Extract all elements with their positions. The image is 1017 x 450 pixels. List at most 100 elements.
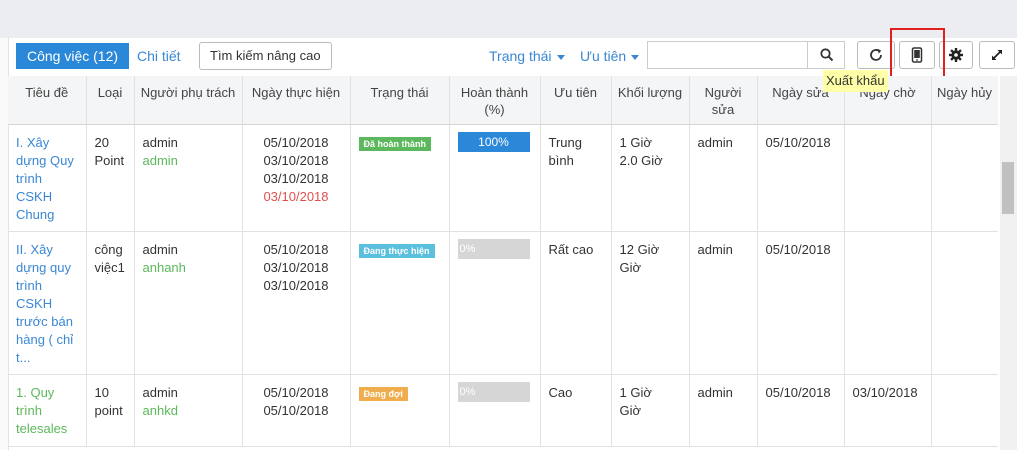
- task-volume: 1 Giờ Giờ: [611, 374, 690, 447]
- type-line: công: [94, 241, 123, 257]
- status-badge: Đã hoàn thành: [358, 136, 431, 151]
- priority-line: Cao: [548, 384, 573, 400]
- task-wait-date: [844, 124, 932, 232]
- column-header-title[interactable]: Tiêu đề: [8, 76, 87, 125]
- column-header-type[interactable]: Loại: [86, 76, 135, 125]
- vertical-scrollbar[interactable]: [1000, 76, 1017, 450]
- date-line: 05/10/2018: [263, 134, 329, 150]
- task-editor: admin: [689, 231, 758, 375]
- task-type: 20 Point: [86, 124, 135, 232]
- date-line: 05/10/2018: [263, 402, 329, 418]
- title-line: hàng ( chỉ: [16, 331, 74, 347]
- column-header-priority[interactable]: Ưu tiên: [540, 76, 612, 125]
- task-edit-date: 05/10/2018: [757, 231, 845, 375]
- tab-tasks[interactable]: Công việc (12): [16, 43, 130, 69]
- priority-line: Rất cao: [548, 241, 594, 257]
- table-row[interactable]: 1. Quy trình telesales 10 point admin anhkd …: [8, 374, 998, 447]
- title-line: 1. Quy: [16, 384, 55, 400]
- task-progress: 100%: [449, 124, 541, 232]
- progress-label: 0%: [459, 385, 476, 398]
- column-header-status[interactable]: Trạng thái: [350, 76, 450, 125]
- task-editor: admin: [689, 124, 758, 232]
- task-type: 10 point: [86, 374, 135, 447]
- task-status: Đang thực hiện: [350, 231, 450, 375]
- task-status: Đang đợi: [350, 374, 450, 447]
- progress-label: 100%: [478, 134, 509, 149]
- type-line: việc1: [94, 259, 125, 275]
- title-line: II. Xây: [16, 241, 53, 257]
- task-type: công việc1: [86, 231, 135, 375]
- column-header-editor[interactable]: Người sửa: [689, 76, 758, 125]
- progress-bar: 100%: [457, 131, 530, 152]
- owner-name: admin: [142, 384, 178, 400]
- status-filter-label: Trạng thái: [489, 48, 552, 64]
- column-header-start-date[interactable]: Ngày thực hiện: [242, 76, 351, 125]
- column-header-owner[interactable]: Người phụ trách: [134, 76, 243, 125]
- task-editor: admin: [689, 374, 758, 447]
- column-header-volume[interactable]: Khối lượng: [611, 76, 690, 125]
- top-band: [0, 0, 1017, 38]
- table-row[interactable]: I. Xây dựng Quy trình CSKH Chung 20 Point adm…: [8, 124, 998, 232]
- task-dates: 05/10/2018 03/10/2018 03/10/2018 03/10/2018: [242, 124, 351, 232]
- task-edit-date: 05/10/2018: [757, 124, 845, 232]
- task-volume: 12 Giờ Giờ: [611, 231, 690, 375]
- table-row[interactable]: II. Xây dựng quy trình CSKH trước bán hàng ( …: [8, 231, 998, 375]
- date-line: 03/10/2018: [263, 277, 329, 293]
- column-header-cancel-date[interactable]: Ngày hủy: [931, 76, 998, 125]
- search-input[interactable]: [647, 41, 807, 69]
- status-filter-dropdown[interactable]: Trạng thái: [489, 43, 565, 69]
- volume-line: 1 Giờ: [619, 384, 652, 400]
- progress-bar: 0%: [457, 238, 530, 259]
- status-badge: Đang thực hiện: [358, 243, 435, 258]
- status-badge: Đang đợi: [358, 386, 408, 401]
- type-line: 20: [94, 134, 109, 150]
- owner-name: admin: [142, 241, 178, 257]
- date-line: 03/10/2018: [263, 259, 329, 275]
- column-header-progress[interactable]: Hoàn thành (%): [449, 76, 541, 125]
- priority-filter-label: Ưu tiên: [580, 48, 627, 64]
- type-line: point: [94, 402, 123, 418]
- task-title[interactable]: II. Xây dựng quy trình CSKH trước bán hàng ( …: [8, 231, 87, 375]
- search-button[interactable]: [807, 41, 845, 69]
- title-line: dựng quy: [16, 259, 71, 275]
- advanced-search-button[interactable]: Tìm kiếm nâng cao: [199, 42, 332, 70]
- task-priority: Cao: [540, 374, 612, 447]
- task-dates: 05/10/2018 03/10/2018 03/10/2018: [242, 231, 351, 375]
- chevron-down-icon: [556, 54, 565, 60]
- tab-detail[interactable]: Chi tiết: [137, 43, 181, 69]
- volume-line: Giờ: [619, 259, 642, 275]
- type-line: Point: [94, 152, 125, 168]
- export-tooltip: Xuất khẩu: [823, 70, 888, 92]
- priority-line: bình: [548, 152, 574, 168]
- title-line: trình: [16, 277, 43, 293]
- task-title[interactable]: I. Xây dựng Quy trình CSKH Chung: [8, 124, 87, 232]
- task-owner: admin anhkd: [134, 374, 243, 447]
- task-wait-date: [844, 231, 932, 375]
- task-status: Đã hoàn thành: [350, 124, 450, 232]
- chevron-down-icon: [631, 54, 640, 60]
- overdue-date: 03/10/2018: [263, 188, 329, 204]
- title-line: dựng Quy: [16, 152, 74, 168]
- expand-button[interactable]: [979, 41, 1015, 69]
- title-line: trình: [16, 170, 43, 186]
- task-title[interactable]: 1. Quy trình telesales: [8, 374, 87, 447]
- volume-line: 1 Giờ: [619, 134, 652, 150]
- priority-filter-dropdown[interactable]: Ưu tiên: [580, 43, 640, 69]
- task-wait-date: 03/10/2018: [844, 374, 932, 447]
- gear-icon: [949, 48, 963, 62]
- owner-name: admin: [142, 134, 178, 150]
- task-priority: Rất cao: [540, 231, 612, 375]
- export-highlight-box: [890, 28, 945, 80]
- title-line: telesales: [16, 420, 68, 436]
- volume-line: Giờ: [619, 402, 642, 418]
- refresh-icon: [870, 48, 882, 61]
- task-owner: admin anhanh: [134, 231, 243, 375]
- progress-label: 0%: [459, 242, 476, 255]
- title-line: I. Xây: [16, 134, 50, 150]
- date-line: 05/10/2018: [263, 384, 329, 400]
- title-line: trình: [16, 402, 43, 418]
- task-edit-date: 05/10/2018: [757, 374, 845, 447]
- date-line: 05/10/2018: [263, 241, 329, 257]
- scrollbar-thumb[interactable]: [1002, 162, 1014, 214]
- task-table: Tiêu đề Loại Người phụ trách Ngày thực h…: [8, 76, 998, 450]
